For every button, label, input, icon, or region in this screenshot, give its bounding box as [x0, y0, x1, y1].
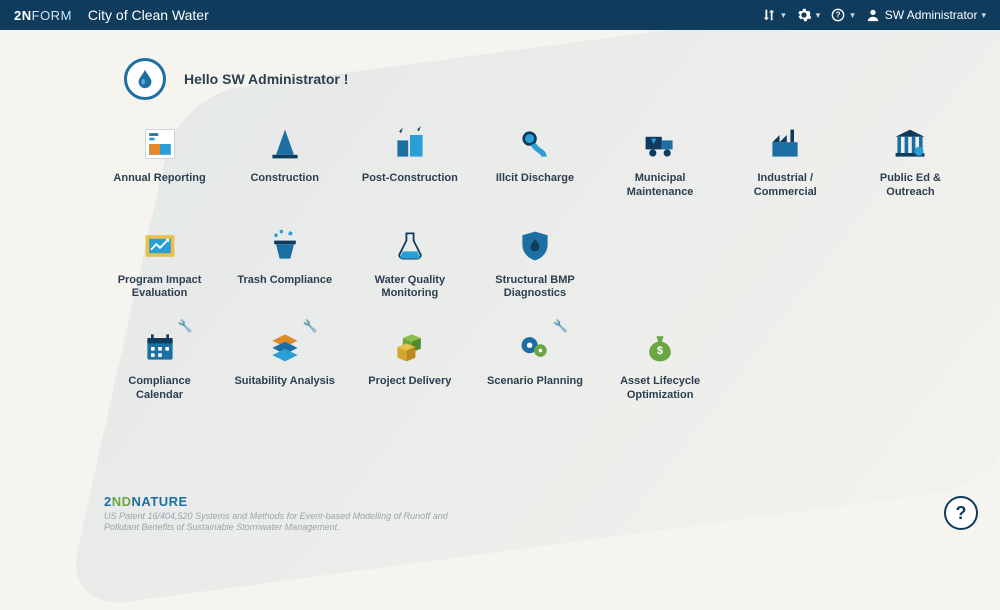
tile-asset-lifecycle-optimization[interactable]: $ Asset Lifecycle Optimization — [601, 327, 720, 403]
tile-trash-compliance[interactable]: Trash Compliance — [225, 226, 344, 302]
footer-brand-logo: 2NDNATURE — [104, 494, 464, 509]
tile-construction[interactable]: Construction — [225, 124, 344, 200]
gears-icon: 🔧 — [510, 327, 560, 367]
truck-icon — [635, 124, 685, 164]
tile-suitability-analysis[interactable]: 🔧 Suitability Analysis — [225, 327, 344, 403]
chevron-down-icon: ▾ — [816, 10, 821, 21]
tile-label: Suitability Analysis — [234, 375, 334, 389]
flask-icon — [385, 226, 435, 266]
layers-icon: 🔧 — [260, 327, 310, 367]
help-icon: ? — [830, 7, 846, 23]
tile-project-delivery[interactable]: Project Delivery — [350, 327, 469, 403]
help-icon: ? — [956, 503, 967, 524]
wrench-badge-icon: 🔧 — [553, 319, 568, 333]
tile-label: Project Delivery — [368, 375, 451, 389]
tile-municipal-maintenance[interactable]: Municipal Maintenance — [601, 124, 720, 200]
patent-text: US Patent 16/404,520 Systems and Methods… — [104, 511, 464, 534]
buildings-icon — [385, 124, 435, 164]
tile-annual-reporting[interactable]: Annual Reporting — [100, 124, 219, 200]
tile-grid: Annual Reporting Construction Post-Const… — [100, 124, 970, 403]
header-bar: 2NFORM City of Clean Water ▾ ▾ ? ▾ SW Ad… — [0, 0, 1000, 30]
chevron-down-icon: ▾ — [781, 10, 786, 21]
tile-label: Program Impact Evaluation — [105, 274, 215, 302]
sort-menu[interactable]: ▾ — [761, 7, 786, 23]
tile-structural-bmp-diagnostics[interactable]: Structural BMP Diagnostics — [475, 226, 594, 302]
factory-icon — [760, 124, 810, 164]
trash-icon — [260, 226, 310, 266]
tile-label: Construction — [250, 172, 318, 186]
gear-icon — [796, 7, 812, 23]
svg-text:$: $ — [657, 345, 663, 357]
tile-label: Asset Lifecycle Optimization — [605, 375, 715, 403]
tile-label: Annual Reporting — [113, 172, 205, 186]
water-drop-badge-icon — [124, 58, 166, 100]
calendar-icon: 🔧 — [135, 327, 185, 367]
brand-logo: 2NFORM — [14, 8, 72, 23]
tile-label: Post-Construction — [362, 172, 458, 186]
user-name-label: SW Administrator — [885, 8, 978, 22]
help-fab-button[interactable]: ? — [944, 496, 978, 530]
tile-post-construction[interactable]: Post-Construction — [350, 124, 469, 200]
tile-label: Compliance Calendar — [105, 375, 215, 403]
tile-label: Illcit Discharge — [496, 172, 574, 186]
user-menu[interactable]: SW Administrator ▾ — [865, 7, 986, 23]
chevron-down-icon: ▾ — [981, 10, 986, 21]
chevron-down-icon: ▾ — [850, 10, 855, 21]
chart-arrow-icon — [135, 226, 185, 266]
boxes-icon — [385, 327, 435, 367]
greeting-row: Hello SW Administrator ! — [124, 58, 1000, 100]
tile-label: Public Ed & Outreach — [855, 172, 965, 200]
tile-label: Scenario Planning — [487, 375, 583, 389]
money-bag-icon: $ — [635, 327, 685, 367]
tile-compliance-calendar[interactable]: 🔧 Compliance Calendar — [100, 327, 219, 403]
institution-icon — [885, 124, 935, 164]
user-icon — [865, 7, 881, 23]
org-name: City of Clean Water — [88, 7, 209, 23]
tile-scenario-planning[interactable]: 🔧 Scenario Planning — [475, 327, 594, 403]
help-menu[interactable]: ? ▾ — [830, 7, 855, 23]
tile-program-impact-evaluation[interactable]: Program Impact Evaluation — [100, 226, 219, 302]
tile-label: Industrial / Commercial — [730, 172, 840, 200]
cone-icon — [260, 124, 310, 164]
svg-text:?: ? — [836, 11, 841, 20]
report-icon — [135, 124, 185, 164]
wrench-badge-icon: 🔧 — [303, 319, 318, 333]
tile-water-quality-monitoring[interactable]: Water Quality Monitoring — [350, 226, 469, 302]
sort-icon — [761, 7, 777, 23]
tile-label: Trash Compliance — [237, 274, 332, 288]
tile-label: Water Quality Monitoring — [355, 274, 465, 302]
greeting-text: Hello SW Administrator ! — [184, 71, 348, 87]
pipe-icon — [510, 124, 560, 164]
wrench-badge-icon: 🔧 — [178, 319, 193, 333]
tile-industrial-commercial[interactable]: Industrial / Commercial — [726, 124, 845, 200]
tile-illicit-discharge[interactable]: Illcit Discharge — [475, 124, 594, 200]
tile-public-ed-outreach[interactable]: Public Ed & Outreach — [851, 124, 970, 200]
tile-label: Municipal Maintenance — [605, 172, 715, 200]
shield-drop-icon — [510, 226, 560, 266]
footer: 2NDNATURE US Patent 16/404,520 Systems a… — [104, 494, 464, 534]
tile-label: Structural BMP Diagnostics — [480, 274, 590, 302]
settings-menu[interactable]: ▾ — [796, 7, 821, 23]
